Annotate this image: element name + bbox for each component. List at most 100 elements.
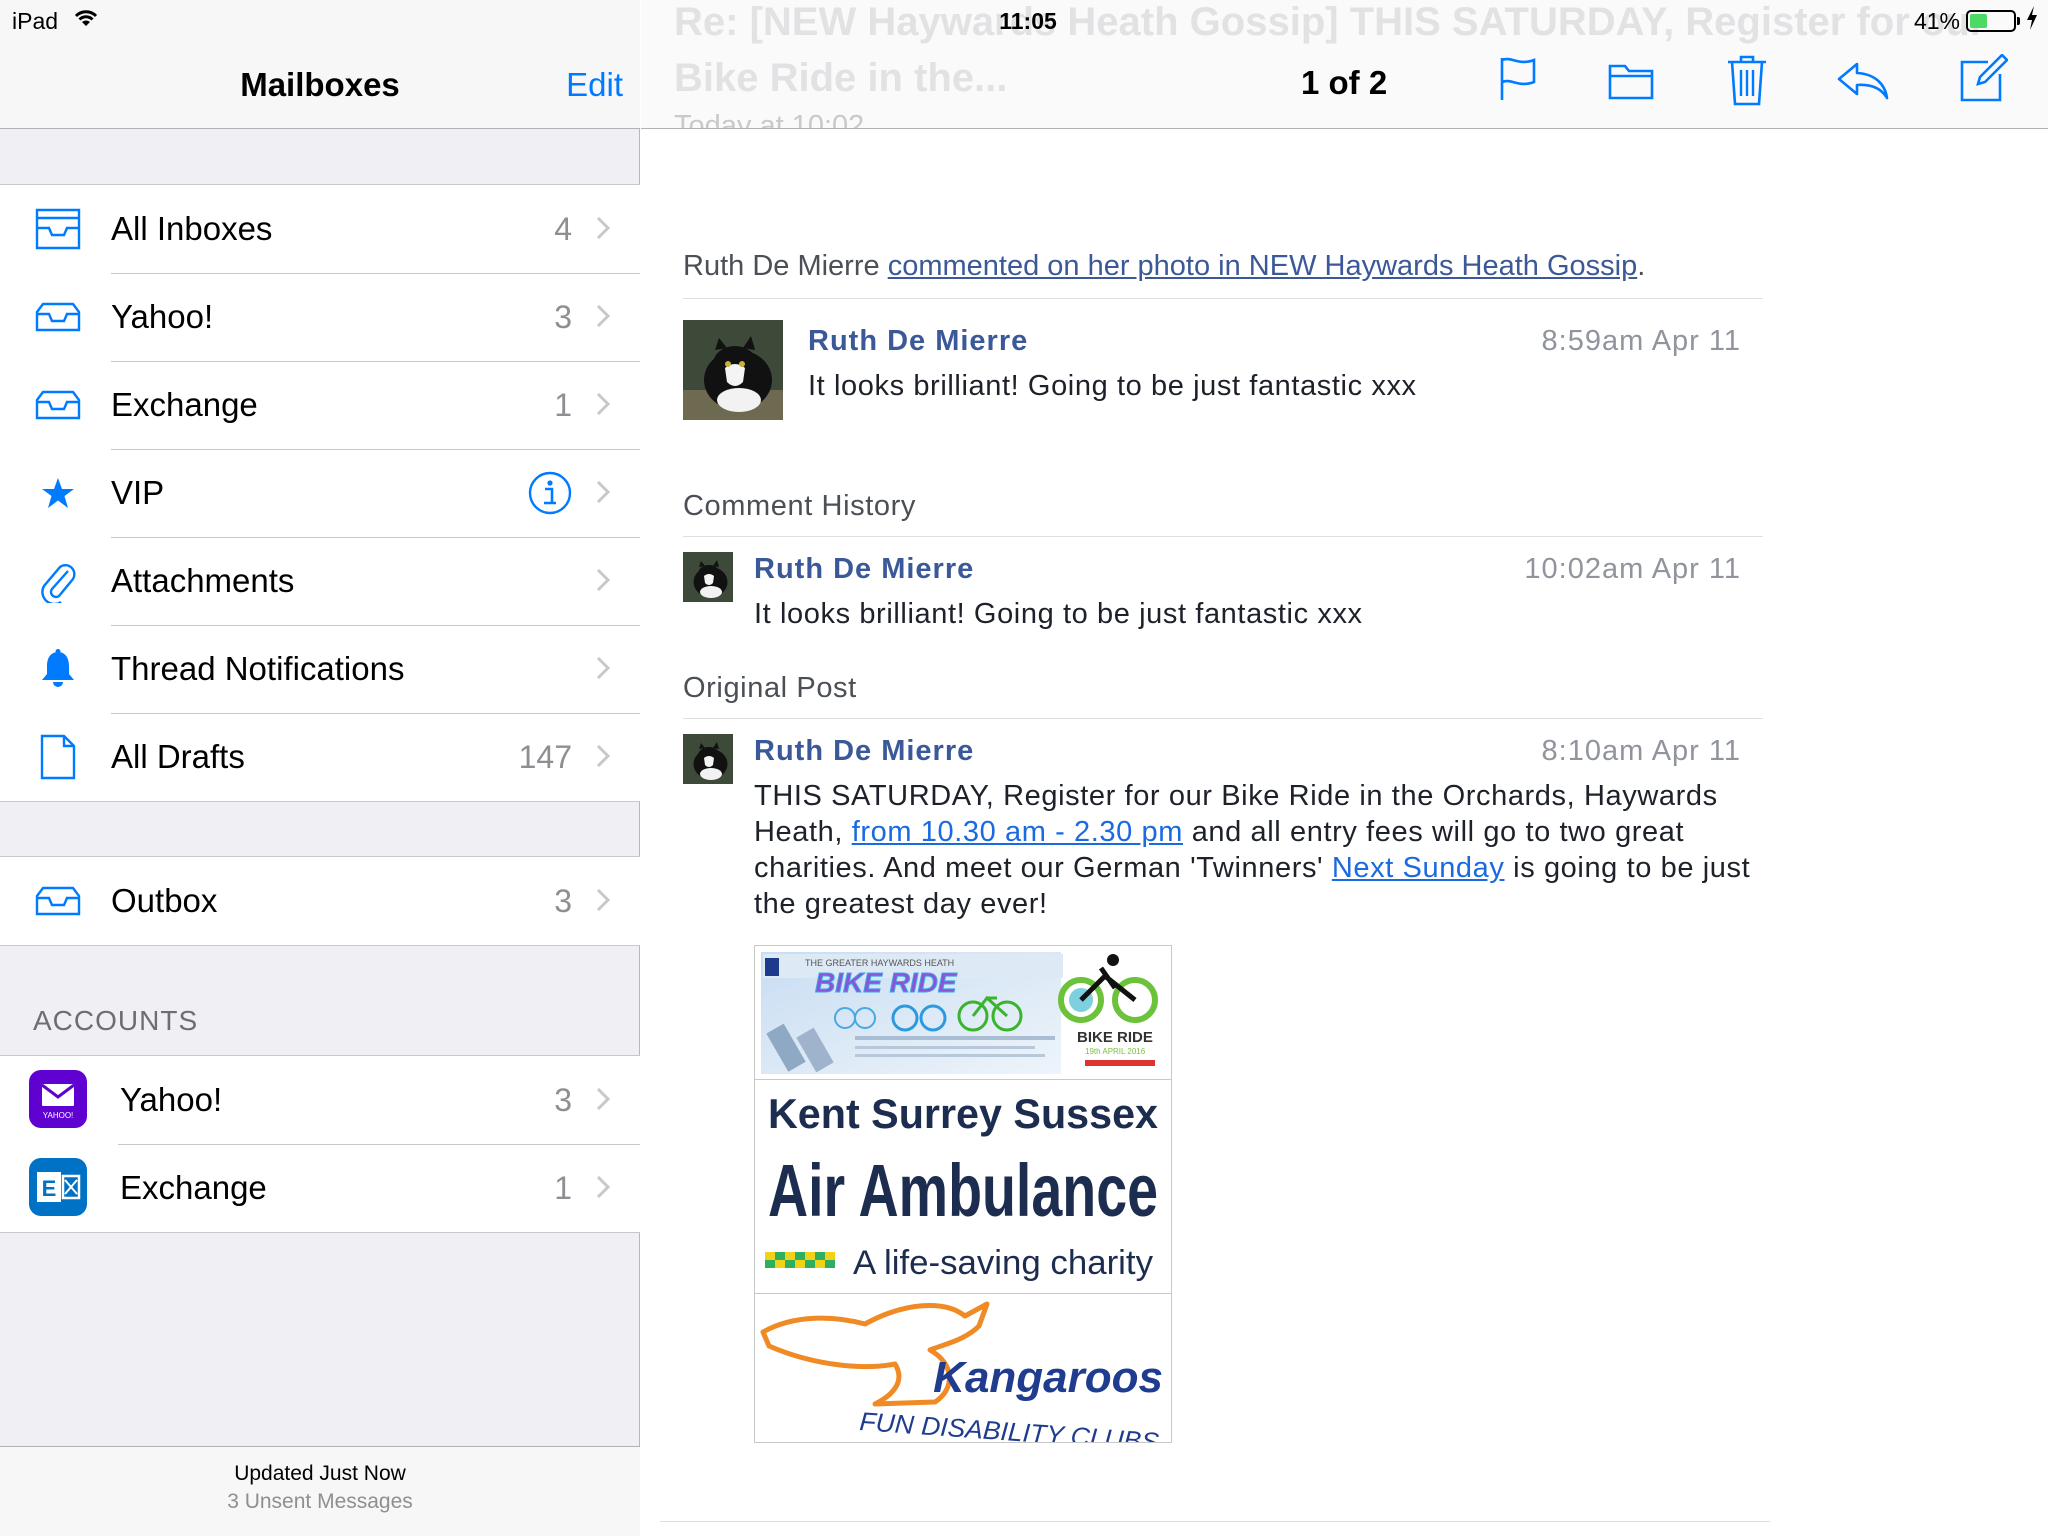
trash-button[interactable] <box>1727 54 1767 111</box>
divider <box>683 536 1763 537</box>
mailbox-all-drafts[interactable]: All Drafts 147 <box>0 713 640 801</box>
chevron-right-icon <box>596 216 611 245</box>
account-yahoo[interactable]: YAHOO! Yahoo! 3 <box>0 1056 640 1144</box>
chevron-right-icon <box>596 656 611 685</box>
notification-link[interactable]: commented on her photo in NEW Haywards H… <box>888 250 1638 282</box>
unsent-messages-status: 3 Unsent Messages <box>227 1490 413 1513</box>
post-images[interactable]: THE GREATER HAYWARDS HEATH BIKE RIDE BIK… <box>754 945 1172 1443</box>
notification-end: . <box>1637 250 1646 282</box>
mailbox-exchange[interactable]: Exchange 1 <box>0 361 640 449</box>
avatar-cat-photo <box>683 734 733 784</box>
kangaroos-logo[interactable]: Kangaroos FUN DISABILITY CLUBS <box>755 1294 1171 1442</box>
poster-date: 19th APRIL 2016 <box>1085 1047 1146 1056</box>
battery-level <box>1970 14 1988 28</box>
date-link[interactable]: Next Sunday <box>1332 852 1505 884</box>
kangaroos-name: Kangaroos <box>933 1353 1163 1402</box>
unread-count: 1 <box>554 387 572 423</box>
chevron-right-icon <box>596 1087 611 1116</box>
document-icon <box>34 734 82 780</box>
message-date: Today at 10:02 <box>674 110 865 129</box>
star-icon <box>34 471 82 515</box>
info-icon[interactable] <box>528 471 572 520</box>
air-ambulance-logo[interactable]: Kent Surrey Sussex Air Ambulance A life-… <box>755 1080 1171 1294</box>
folder-icon <box>1608 64 1654 100</box>
flag-icon <box>1500 57 1536 100</box>
post-time: 8:10am Apr 11 <box>1541 735 1741 767</box>
mailbox-thread-notifications[interactable]: Thread Notifications <box>0 625 640 713</box>
paperclip-icon <box>34 559 82 603</box>
history-text: It looks brilliant! Going to be just fan… <box>754 598 1363 630</box>
account-label: Yahoo! <box>120 1081 223 1118</box>
flag-button[interactable] <box>1499 56 1537 107</box>
yahoo-mail-icon: YAHOO! <box>29 1070 87 1128</box>
bike-ride-poster[interactable]: THE GREATER HAYWARDS HEATH BIKE RIDE BIK… <box>755 946 1171 1080</box>
bell-icon <box>34 647 82 691</box>
avatar-cat-photo <box>683 320 783 420</box>
notification-author: Ruth De Mierre <box>683 250 880 282</box>
sidebar-title: Mailboxes <box>240 66 400 103</box>
divider <box>660 1521 1770 1522</box>
updated-status: Updated Just Now <box>234 1462 406 1485</box>
exchange-icon-text: E <box>42 1176 57 1201</box>
account-label: Exchange <box>120 1169 267 1206</box>
mailbox-label: VIP <box>111 474 165 511</box>
chevron-right-icon <box>596 568 611 597</box>
ambulance-tagline: A life-saving charity <box>853 1244 1153 1282</box>
post-author[interactable]: Ruth De Mierre <box>754 735 974 768</box>
battery-icon <box>1966 10 2020 32</box>
chevron-right-icon <box>596 304 611 333</box>
mailbox-attachments[interactable]: Attachments <box>0 537 640 625</box>
reply-icon <box>1837 62 1889 100</box>
comment-time: 8:59am Apr 11 <box>1541 325 1741 357</box>
charging-bolt-icon <box>2026 6 2038 36</box>
unread-count: 4 <box>554 211 572 247</box>
history-time: 10:02am Apr 11 <box>1524 553 1741 585</box>
outbox-group: Outbox 3 <box>0 856 640 946</box>
status-bar: iPad 11:05 41% <box>0 0 2048 40</box>
mailbox-outbox[interactable]: Outbox 3 <box>0 857 640 945</box>
time-link[interactable]: from 10.30 am - 2.30 pm <box>852 816 1183 848</box>
chevron-right-icon <box>596 1175 611 1204</box>
history-author[interactable]: Ruth De Mierre <box>754 553 974 586</box>
notification-line: Ruth De Mierre commented on her photo in… <box>683 250 1645 283</box>
reply-button[interactable] <box>1837 62 1889 105</box>
post-text: THIS SATURDAY, Register for our Bike Rid… <box>754 778 1754 922</box>
mailbox-all-inboxes[interactable]: All Inboxes 4 <box>0 185 640 273</box>
message-position: 1 of 2 <box>1301 64 1388 101</box>
mailbox-label: All Inboxes <box>111 210 273 247</box>
status-time: 11:05 <box>999 8 1057 34</box>
unread-count: 3 <box>554 299 572 335</box>
mailbox-label: All Drafts <box>111 738 245 775</box>
unread-count: 3 <box>554 1082 572 1118</box>
tray-icon <box>34 207 82 251</box>
inbox-icon <box>34 383 82 427</box>
original-post-label: Original Post <box>683 672 857 704</box>
mailbox-list: All Inboxes 4 Yahoo! 3 Exchange 1 VIP At… <box>0 184 640 802</box>
unread-count: 147 <box>518 739 572 775</box>
chevron-right-icon <box>596 744 611 773</box>
mailbox-label: Outbox <box>111 882 218 919</box>
mailboxes-sidebar: Mailboxes Edit All Inboxes 4 Yahoo! 3 Ex… <box>0 0 640 1536</box>
mailbox-vip[interactable]: VIP <box>0 449 640 537</box>
avatar-cat-photo <box>683 552 733 602</box>
exchange-icon: E <box>29 1158 87 1216</box>
move-to-folder-button[interactable] <box>1608 60 1654 105</box>
ambulance-name: Air Ambulance <box>768 1149 1158 1232</box>
mailbox-label: Yahoo! <box>111 298 214 335</box>
divider <box>683 298 1763 299</box>
sidebar-footer: Updated Just Now 3 Unsent Messages <box>0 1446 640 1536</box>
comment-author[interactable]: Ruth De Mierre <box>808 325 1028 358</box>
mailbox-yahoo[interactable]: Yahoo! 3 <box>0 273 640 361</box>
accounts-list: YAHOO! Yahoo! 3 E Exchange 1 <box>0 1055 640 1233</box>
battery-percent: 41% <box>1913 8 1960 34</box>
ambulance-region: Kent Surrey Sussex <box>768 1090 1159 1137</box>
inbox-icon <box>34 879 82 923</box>
accounts-header: ACCOUNTS <box>33 1005 199 1036</box>
compose-icon <box>1960 53 2009 102</box>
edit-button[interactable]: Edit <box>566 66 623 104</box>
account-exchange[interactable]: E Exchange 1 <box>0 1144 640 1232</box>
poster-title: BIKE RIDE <box>815 967 958 998</box>
unread-count: 1 <box>554 1170 572 1206</box>
compose-button[interactable] <box>1960 53 2009 107</box>
mailbox-label: Attachments <box>111 562 295 599</box>
